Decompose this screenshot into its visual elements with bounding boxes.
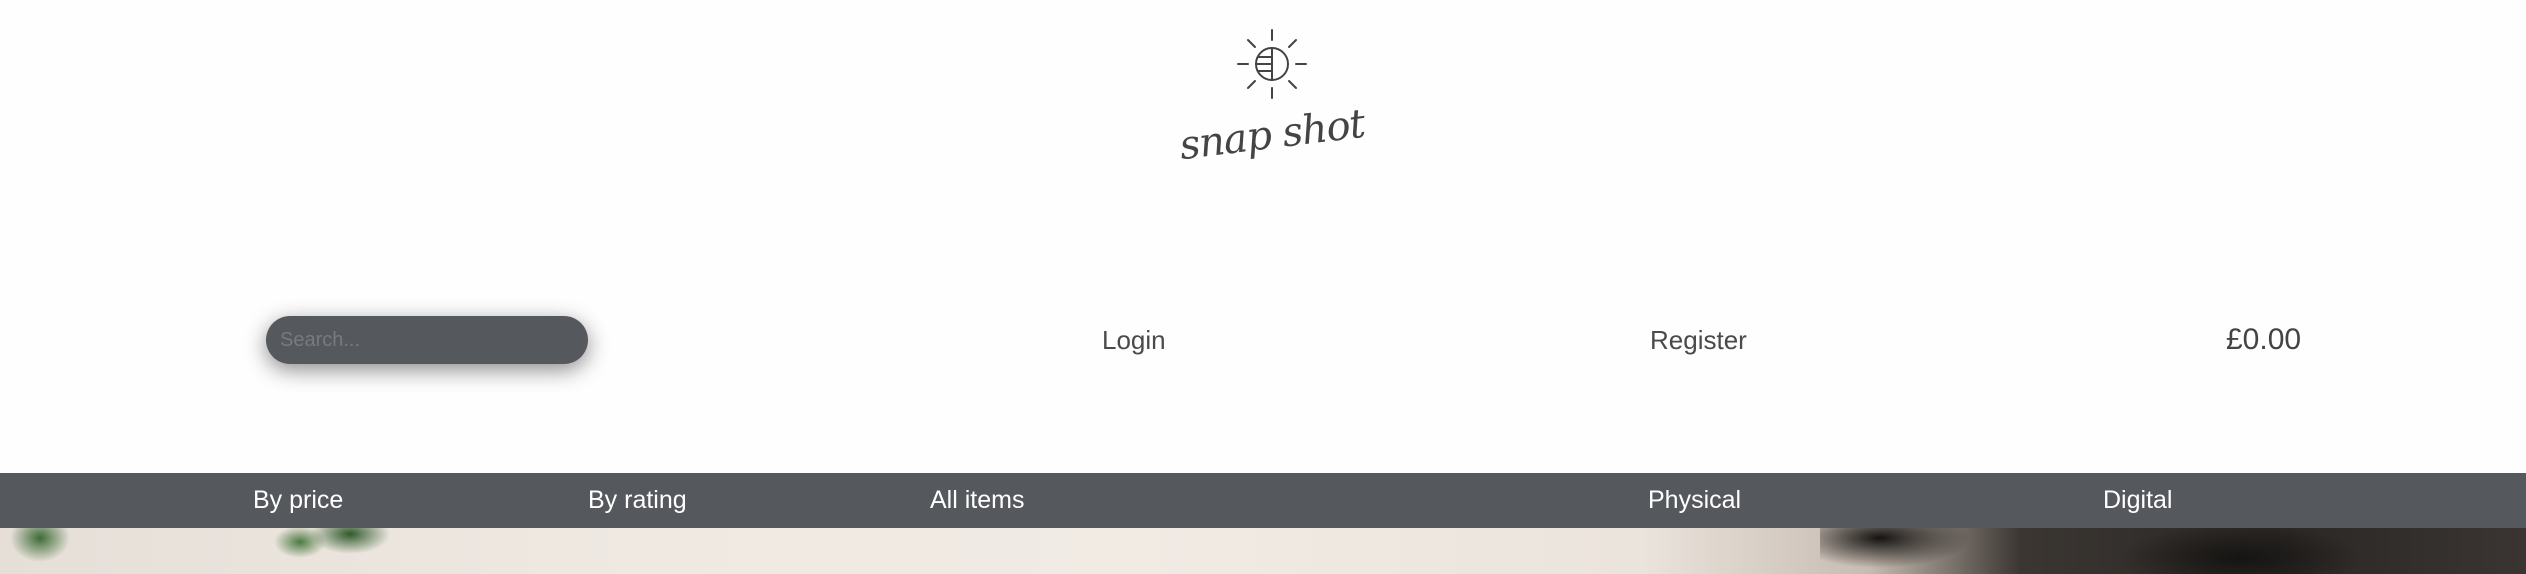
search-input[interactable] — [266, 316, 588, 364]
nav-item-all-items[interactable]: All items — [930, 473, 1024, 528]
nav-item-by-rating[interactable]: By rating — [588, 473, 687, 528]
cart-total-link[interactable]: £0.00 — [2226, 322, 2301, 358]
login-link[interactable]: Login — [1102, 322, 1166, 358]
hero-plant-foliage — [0, 528, 420, 574]
register-link[interactable]: Register — [1650, 322, 1747, 358]
category-nav-bar: By price By rating All items Physical Di… — [0, 473, 2526, 528]
nav-item-physical[interactable]: Physical — [1648, 473, 1741, 528]
hero-dark-object — [1820, 528, 2520, 574]
hero-banner-image — [0, 528, 2526, 574]
nav-item-by-price[interactable]: By price — [253, 473, 343, 528]
sun-globe-icon[interactable] — [1236, 28, 1308, 100]
logo-text[interactable]: snap shot — [1098, 91, 1445, 179]
nav-item-digital[interactable]: Digital — [2103, 473, 2172, 528]
